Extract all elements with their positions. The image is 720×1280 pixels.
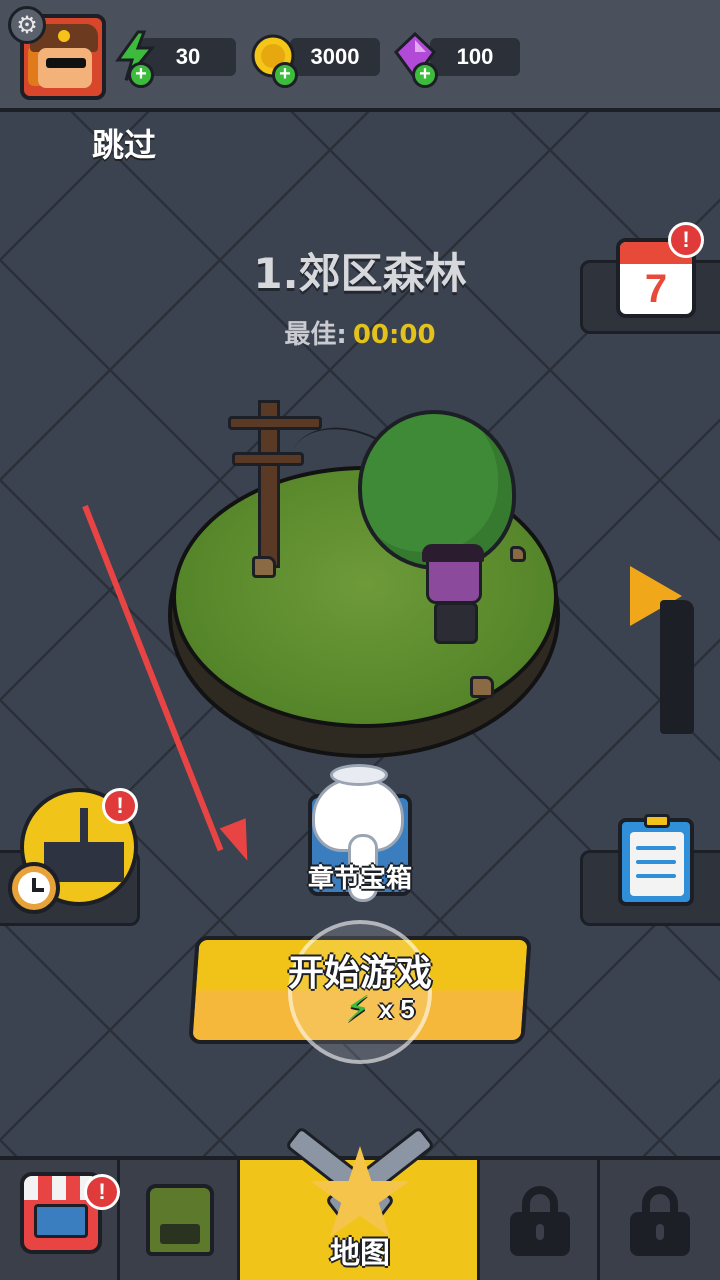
add-coins-button[interactable]: + — [272, 62, 298, 88]
rock — [252, 556, 276, 578]
zombie-body — [434, 602, 478, 644]
lock-icon[interactable] — [630, 1186, 690, 1256]
map-tab-label: 地图 — [330, 1236, 390, 1271]
best-time-value: 00:00 — [352, 320, 436, 350]
settings-gear-icon[interactable]: ⚙ — [8, 6, 46, 44]
avatar-face — [38, 48, 92, 88]
zombie-character — [420, 544, 490, 648]
gem-value: 100 — [456, 44, 494, 69]
clipboard-clip — [644, 814, 670, 828]
skip-button[interactable]: 跳过 — [92, 120, 156, 166]
shop-alert-badge: ! — [84, 1174, 120, 1210]
calendar-alert-badge: ! — [668, 222, 704, 258]
right-side-silhouette — [660, 600, 694, 734]
ship-alert-badge: ! — [102, 788, 138, 824]
gem-counter: 100 — [430, 38, 520, 76]
energy-value: 30 — [175, 44, 201, 69]
lock-icon[interactable] — [510, 1186, 570, 1256]
start-cost: ⚡ x 5 — [320, 986, 440, 1032]
calendar-day: 7 — [644, 267, 668, 311]
zombie-hair — [422, 544, 484, 562]
coin-value: 3000 — [310, 44, 360, 69]
lightning-icon: ⚡ — [345, 988, 371, 1030]
start-cost-value: x 5 — [378, 993, 415, 1024]
coin-counter: 3000 — [290, 38, 380, 76]
chapter-chest-label: 章节宝箱 — [307, 864, 412, 894]
top-bar: ⚙ 30 + 3000 + 100 + — [0, 0, 720, 112]
add-gems-button[interactable]: + — [412, 62, 438, 88]
pole-crossbar-bottom — [232, 452, 304, 466]
rock — [510, 546, 526, 562]
best-time-label: 最佳: — [284, 320, 347, 350]
add-energy-button[interactable]: + — [128, 62, 154, 88]
rock — [470, 676, 494, 698]
pole-crossbar-top — [228, 416, 322, 430]
avatar-glasses — [46, 58, 86, 68]
